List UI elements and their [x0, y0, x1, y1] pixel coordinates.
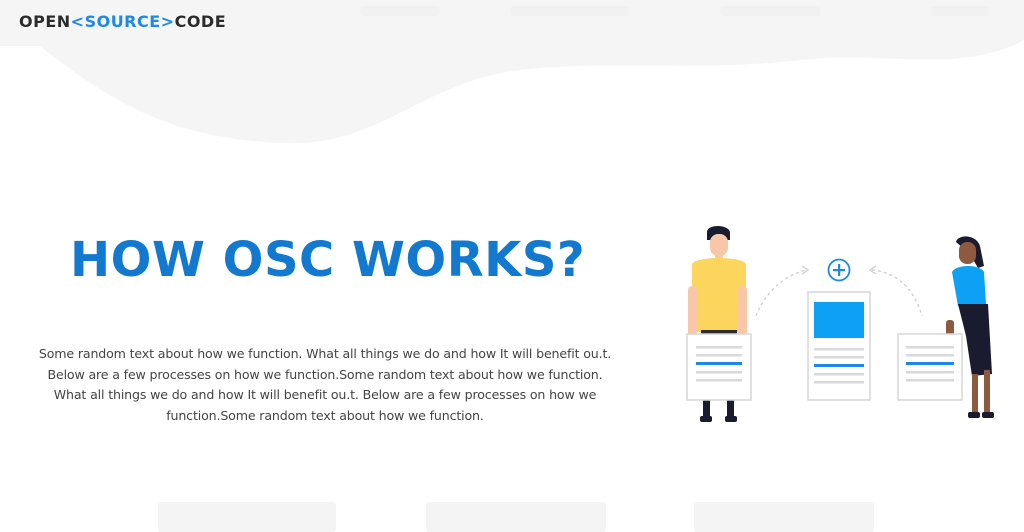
document-icon: [807, 291, 871, 401]
page-title: HOW OSC WORKS?: [70, 232, 586, 288]
logo-gt: >: [160, 12, 175, 31]
logo-open: OPEN: [19, 12, 71, 31]
process-card[interactable]: [158, 502, 336, 532]
how-it-works-illustration: [686, 226, 994, 422]
logo-lt: <: [70, 12, 85, 31]
site-logo[interactable]: OPEN<SOURCE>CODE: [19, 12, 226, 31]
logo-source: SOURCE: [84, 12, 161, 31]
nav-item-placeholder: [510, 6, 630, 16]
person-icon: [897, 236, 994, 418]
hero-description: Some random text about how we function. …: [38, 346, 612, 423]
nav-item-placeholder: [930, 6, 990, 16]
logo-code: CODE: [174, 12, 227, 31]
person-icon: [686, 226, 752, 422]
plus-circle-icon: [827, 258, 851, 282]
nav-item-placeholder: [360, 6, 440, 16]
nav-item-placeholder: [720, 6, 820, 16]
process-card[interactable]: [694, 502, 874, 532]
process-card[interactable]: [426, 502, 606, 532]
